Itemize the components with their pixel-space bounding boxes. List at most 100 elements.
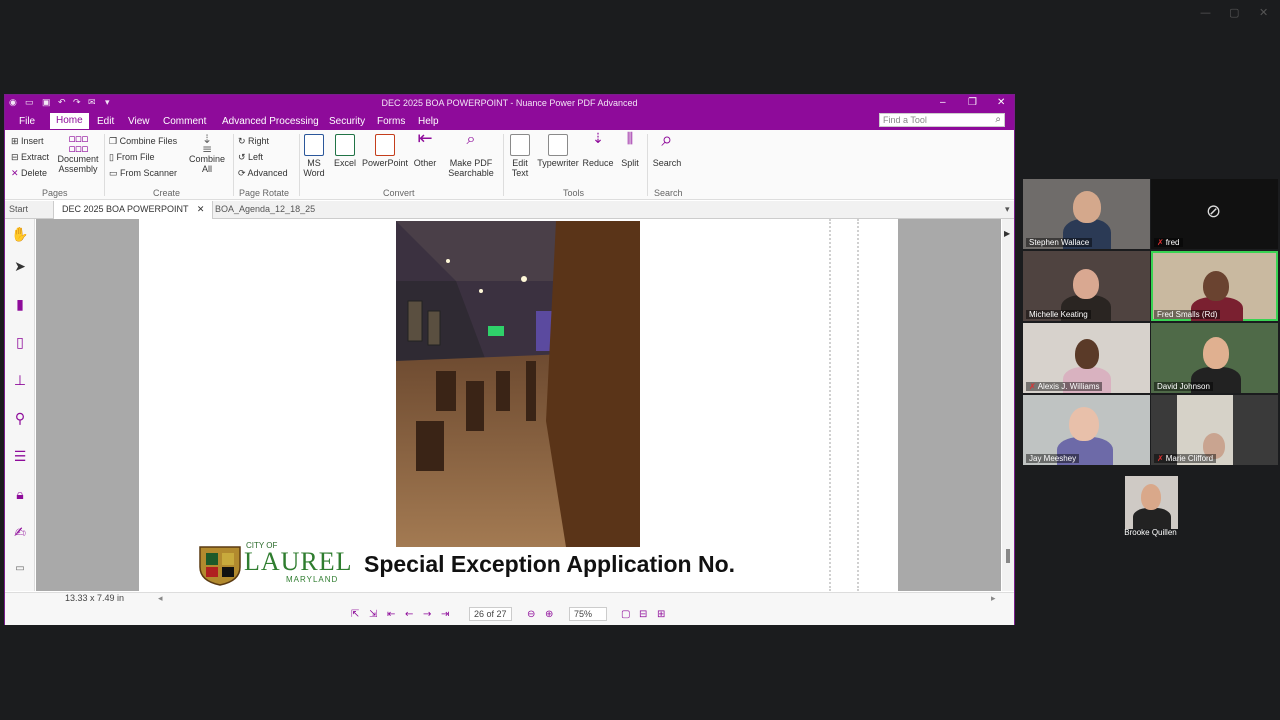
menu-edit[interactable]: Edit	[97, 116, 114, 127]
menu-help[interactable]: Help	[418, 116, 439, 127]
find-tool-input[interactable]: Find a Tool ⌕	[879, 113, 1005, 127]
city-of-laurel-logo: CITY OF LAUREL MARYLAND	[194, 541, 352, 587]
participant-tile[interactable]: Stephen Wallace	[1023, 179, 1150, 249]
typewriter-icon	[548, 134, 568, 156]
rotate-advanced-button[interactable]: ⟳ Advanced	[238, 168, 288, 179]
from-file-button[interactable]: ▯ From File	[109, 152, 154, 163]
menu-advanced-processing[interactable]: Advanced Processing	[222, 116, 319, 127]
tabs-menu-icon[interactable]: ▾	[1005, 204, 1010, 215]
participant-tile[interactable]: Michelle Keating	[1023, 251, 1150, 321]
single-page-view-icon[interactable]: ▢	[621, 609, 630, 620]
group-tools: Tools	[563, 188, 585, 198]
signature-icon[interactable]: ✍	[11, 525, 29, 541]
rotate-advanced-icon: ⟳	[238, 168, 248, 178]
lock-icon[interactable]: 🔒︎	[11, 487, 29, 503]
menu-home[interactable]: Home	[50, 113, 89, 129]
insert-button[interactable]: ⊞ Insert	[11, 136, 44, 147]
menu-comment[interactable]: Comment	[163, 116, 206, 127]
minimize-icon[interactable]: –	[940, 97, 946, 108]
from-scanner-button[interactable]: ▭ From Scanner	[109, 168, 177, 179]
bookmark-icon[interactable]: ▮	[11, 297, 29, 313]
participant-face	[1203, 271, 1229, 301]
edit-text-button[interactable]: Edit Text	[507, 134, 533, 178]
convert-other-button[interactable]: ⇤ Other	[411, 130, 439, 169]
os-close-icon[interactable]: ✕	[1259, 6, 1268, 19]
rotate-right-button[interactable]: ↻ Right	[238, 136, 269, 147]
participant-name: Brooke Quillen	[1124, 528, 1177, 537]
attachment-icon[interactable]: ⚲	[11, 411, 29, 427]
search-button[interactable]: ⌕ Search	[650, 129, 684, 168]
participant-name: Jay Meeshey	[1026, 454, 1080, 463]
continuous-view-icon[interactable]: ⊟	[639, 609, 647, 620]
combine-all-button[interactable]: ⇣ ≡ Combine All	[189, 133, 225, 174]
camera-off-icon: ⊘	[1206, 201, 1222, 222]
os-maximize-icon[interactable]: ▢	[1229, 6, 1239, 19]
page-nav-arrow-icon[interactable]: ▶	[1004, 229, 1010, 238]
comments-list-icon[interactable]: ☰	[11, 449, 29, 465]
participant-tile[interactable]: ✗ Alexis J. Williams	[1023, 323, 1150, 393]
page-indicator-input[interactable]: 26 of 27	[469, 607, 512, 621]
previous-page-icon[interactable]: ←	[405, 609, 413, 620]
reduce-button[interactable]: ⇣ Reduce	[581, 132, 615, 168]
participant-tile[interactable]: Brooke Quillen	[1087, 467, 1214, 537]
stamp-icon[interactable]: ⊥	[11, 373, 29, 389]
word-icon	[304, 134, 324, 156]
close-icon[interactable]: ✕	[997, 97, 1005, 108]
participant-tile-active-speaker[interactable]: Fred Smalls (Rd)	[1151, 251, 1278, 321]
participant-tile[interactable]: David Johnson	[1151, 323, 1278, 393]
document-assembly-button[interactable]: ▫▫▫ ▫▫▫ Document Assembly	[55, 133, 101, 174]
first-page-icon[interactable]: ⇤	[387, 609, 395, 620]
ribbon-separator	[647, 134, 648, 196]
select-tool-icon[interactable]: ➤	[11, 259, 29, 275]
zoom-out-icon[interactable]: ⊖	[527, 609, 535, 620]
fit-page-icon[interactable]: ⇱	[351, 609, 359, 620]
menu-forms[interactable]: Forms	[377, 116, 405, 127]
split-button[interactable]: ⫼ Split	[617, 132, 643, 168]
scroll-right-icon[interactable]: ▸	[991, 593, 996, 604]
combine-files-button[interactable]: ❐ Combine Files	[109, 136, 177, 147]
next-page-icon[interactable]: →	[423, 609, 431, 620]
vertical-scrollbar[interactable]: ▶	[1002, 219, 1014, 591]
participant-face	[1069, 407, 1099, 441]
excel-button[interactable]: Excel	[331, 134, 359, 168]
participant-tile[interactable]: Jay Meeshey	[1023, 395, 1150, 465]
close-tab-icon[interactable]: ✕	[197, 204, 205, 214]
make-pdf-searchable-button[interactable]: ⌕ Make PDF Searchable	[445, 131, 497, 179]
page-thumbnail-icon[interactable]: ▯	[11, 335, 29, 351]
slide-title: Special Exception Application No.	[364, 551, 736, 577]
more-tools-icon[interactable]: ▭	[11, 563, 29, 574]
title-bar: ◉ ▭ ▣ ↶ ↷ ✉ ▾ DEC 2025 BOA POWERPOINT - …	[5, 95, 1014, 111]
scroll-left-icon[interactable]: ◂	[158, 593, 163, 604]
powerpoint-button[interactable]: PowerPoint	[361, 134, 409, 168]
rotate-left-button[interactable]: ↺ Left	[238, 152, 263, 163]
tab-boa-agenda[interactable]: BOA_Agenda_12_18_25	[215, 204, 315, 214]
ribbon-home: ⊞ Insert ⊟ Extract ✕ Delete ▫▫▫ ▫▫▫ Docum…	[5, 129, 1014, 200]
zoom-in-icon[interactable]: ⊕	[545, 609, 553, 620]
menu-security[interactable]: Security	[329, 116, 365, 127]
zoom-level-select[interactable]: 75%	[569, 607, 608, 621]
facing-view-icon[interactable]: ⊞	[657, 609, 665, 620]
tab-start[interactable]: Start	[9, 204, 28, 214]
participant-tile[interactable]: ⊘ ✗ fred	[1151, 179, 1278, 249]
menu-file[interactable]: File	[19, 116, 35, 127]
scrollbar-thumb[interactable]	[1006, 549, 1010, 563]
hand-tool-icon[interactable]: ✋	[11, 227, 29, 243]
os-minimize-icon[interactable]: —	[1200, 6, 1211, 19]
menu-view[interactable]: View	[128, 116, 150, 127]
search-icon[interactable]: ⌕	[995, 114, 1001, 125]
participant-video	[1125, 476, 1178, 529]
logo-laurel: LAUREL	[244, 547, 353, 576]
ms-word-button[interactable]: MS Word	[301, 134, 327, 178]
fit-width-icon[interactable]: ⇲	[369, 609, 377, 620]
delete-button[interactable]: ✕ Delete	[11, 168, 47, 179]
restore-icon[interactable]: ❐	[968, 97, 977, 108]
status-bar: 13.33 x 7.49 in ◂ ▸ ⇱ ⇲ ⇤ ← → ⇥ 26 of 27…	[5, 592, 1014, 625]
tab-dec-2025-boa-powerpoint[interactable]: DEC 2025 BOA POWERPOINT ✕	[53, 201, 214, 219]
powerpoint-icon	[375, 134, 395, 156]
participant-tile[interactable]: ✗ Marie Clifford	[1151, 395, 1278, 465]
typewriter-button[interactable]: Typewriter	[535, 134, 581, 168]
extract-button[interactable]: ⊟ Extract	[11, 152, 49, 163]
group-convert: Convert	[383, 188, 415, 198]
last-page-icon[interactable]: ⇥	[441, 609, 449, 620]
document-viewer[interactable]: CITY OF LAUREL MARYLAND Special Exceptio…	[36, 219, 1001, 591]
